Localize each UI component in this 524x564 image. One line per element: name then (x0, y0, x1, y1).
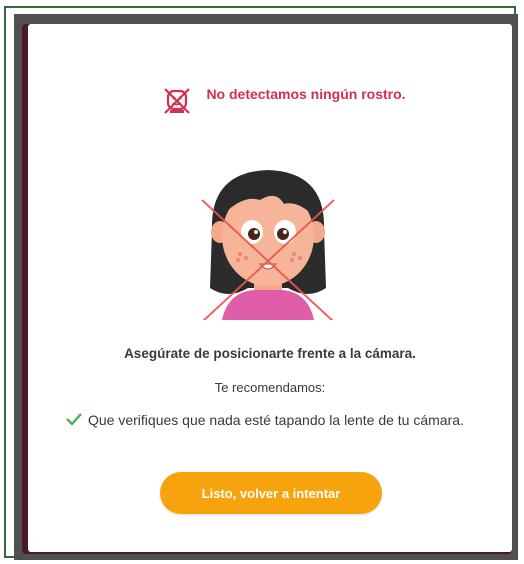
face-illustration (188, 160, 348, 323)
no-face-dialog: No detectamos ningún rostro. Asegúrate d… (28, 24, 512, 552)
instruction-text: Asegúrate de posicionarte frente a la cá… (124, 346, 416, 361)
retry-button[interactable]: Listo, volver a intentar (160, 472, 382, 514)
recommendation-heading: Te recomendamos: (214, 380, 326, 395)
error-message: No detectamos ningún rostro. (206, 86, 406, 102)
error-header: No detectamos ningún rostro. (158, 84, 406, 124)
tip-text: Que verifiques que nada esté tapando la … (88, 412, 464, 428)
crossed-face-icon (162, 86, 192, 116)
checkmark-icon (66, 412, 82, 426)
